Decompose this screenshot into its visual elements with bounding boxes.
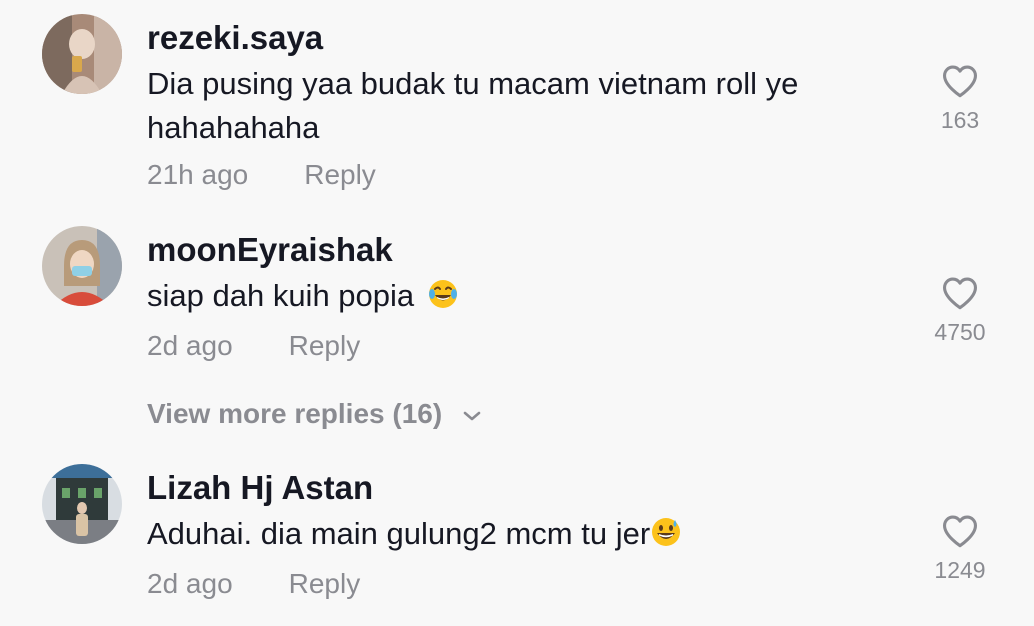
comment-username[interactable]: rezeki.saya	[147, 18, 323, 58]
comment-text-body: siap dah kuih popia	[147, 278, 415, 313]
comment-username[interactable]: Lizah Hj Astan	[147, 468, 373, 508]
heart-outline-icon[interactable]	[941, 64, 979, 98]
comment-text-body: Aduhai. dia main gulung2 mcm tu jer	[147, 516, 651, 551]
comment-text: siap dah kuih popia	[147, 274, 907, 322]
comment-meta: 21h ago Reply	[147, 157, 376, 193]
reply-button[interactable]: Reply	[304, 157, 376, 193]
comment-meta: 2d ago Reply	[147, 328, 360, 364]
like-count: 163	[940, 107, 980, 133]
comment-meta: 2d ago Reply	[147, 566, 360, 602]
comment-username[interactable]: moonEyraishak	[147, 230, 393, 270]
like-count: 4750	[934, 319, 986, 345]
like-control: 4750	[920, 276, 1000, 346]
chevron-down-icon	[463, 411, 481, 420]
reply-button[interactable]: Reply	[289, 566, 361, 602]
comment-timestamp: 21h ago	[147, 159, 249, 190]
heart-outline-icon[interactable]	[941, 514, 979, 548]
avatar[interactable]	[42, 226, 122, 306]
like-control: 1249	[920, 514, 1000, 584]
heart-outline-icon[interactable]	[941, 276, 979, 310]
reply-button[interactable]: Reply	[289, 328, 361, 364]
tears-of-joy-emoji-icon	[427, 278, 459, 322]
comment-timestamp: 2d ago	[147, 330, 233, 361]
comment-text: Aduhai. dia main gulung2 mcm tu jer	[147, 512, 907, 560]
grinning-sweat-emoji-icon	[650, 516, 682, 560]
view-more-replies-label: View more replies (16)	[147, 398, 443, 429]
comment-timestamp: 2d ago	[147, 568, 233, 599]
comment-text: Dia pusing yaa budak tu macam vietnam ro…	[147, 66, 799, 145]
like-control: 163	[920, 64, 1000, 134]
view-more-replies-button[interactable]: View more replies (16)	[147, 396, 482, 432]
avatar[interactable]	[42, 464, 122, 544]
avatar[interactable]	[42, 14, 122, 94]
like-count: 1249	[934, 557, 986, 583]
